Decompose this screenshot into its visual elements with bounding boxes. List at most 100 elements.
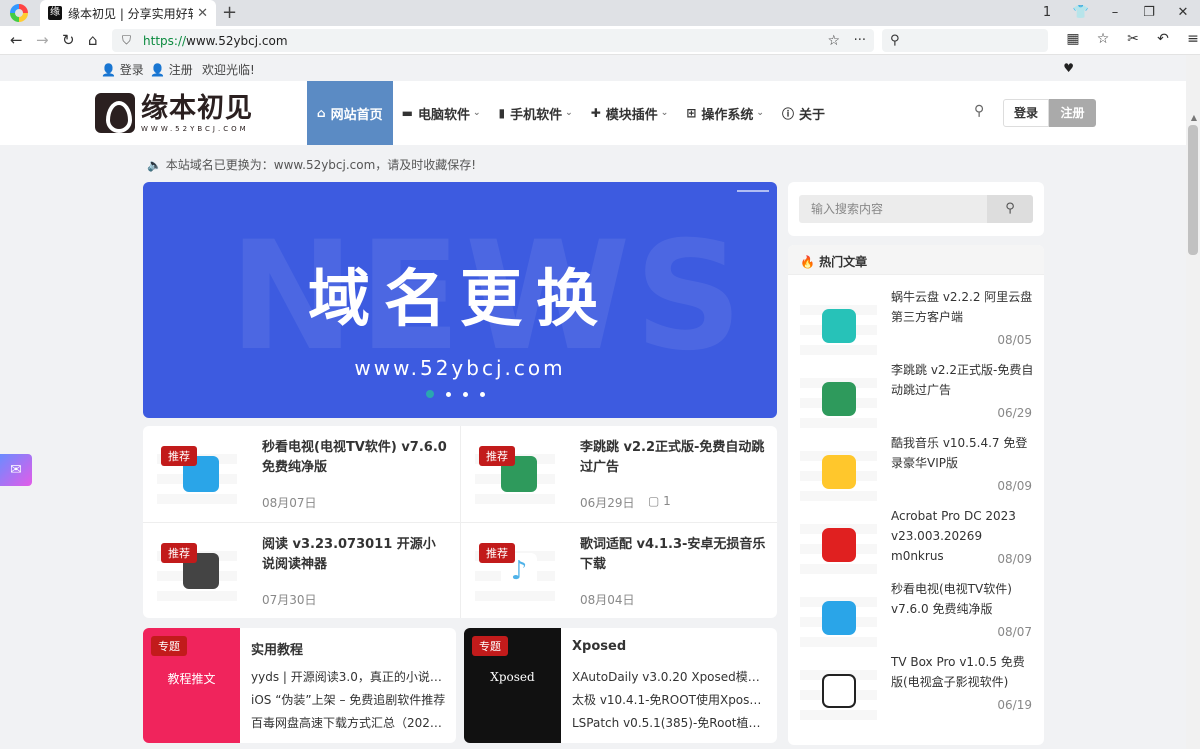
recommend-badge: 推荐 [161, 446, 197, 466]
bookmark-star-icon[interactable]: ☆ [827, 33, 840, 49]
browser-search-box[interactable]: ⚲ [882, 29, 1048, 52]
comment-icon: ▢ [648, 494, 660, 508]
browser-tab[interactable]: 缘 缘本初见 | 分享实用好软件! ✕ [40, 0, 216, 26]
hot-thumbnail[interactable] [800, 370, 877, 428]
new-tab-button[interactable]: + [222, 3, 237, 23]
post-thumbnail[interactable]: ♪ 推荐 [475, 541, 555, 601]
post-card[interactable]: 推荐 李跳跳 v2.2正式版-免费自动跳过广告 06月29日 ▢ 1 [460, 426, 777, 522]
hot-article-item[interactable]: TV Box Pro v1.0.5 免费版(电视盒子影视软件) 06/19 [788, 650, 1044, 723]
home-icon[interactable]: ⌂ [88, 31, 98, 49]
post-title[interactable]: 歌词适配 v4.1.3-安卓无损音乐下载 [580, 535, 766, 575]
post-card[interactable]: ♪ 推荐 歌词适配 v4.1.3-安卓无损音乐下载 08月04日 [460, 522, 777, 618]
restore-button[interactable]: ❐ [1132, 0, 1166, 26]
skin-icon[interactable]: 👕 [1064, 0, 1098, 26]
topic-link[interactable]: iOS “伪装”上架 – 免费追剧软件推荐 [251, 691, 447, 708]
sidebar-search-input[interactable]: 输入搜索内容 [799, 195, 987, 223]
tab-close-icon[interactable]: ✕ [197, 6, 208, 21]
nav-modules[interactable]: ✚ 模块插件 ⌄ [582, 81, 678, 145]
register-button[interactable]: 注册 [1049, 99, 1096, 127]
hero-banner[interactable]: NEWS 域名更换 www.52ybcj.com [143, 182, 777, 418]
post-card[interactable]: 推荐 阅读 v3.23.073011 开源小说阅读神器 07月30日 [143, 522, 460, 618]
hot-title[interactable]: 李跳跳 v2.2正式版-免费自动跳过广告 [891, 360, 1035, 400]
menu-icon[interactable]: ≡ [1178, 31, 1200, 47]
undo-icon[interactable]: ↶ [1148, 31, 1178, 47]
hot-article-item[interactable]: 蜗牛云盘 v2.2.2 阿里云盘第三方客户端 08/05 [788, 285, 1044, 358]
forward-icon[interactable]: → [36, 31, 49, 49]
tab-count-icon[interactable]: 1 [1030, 0, 1064, 26]
scrollbar-thumb[interactable] [1188, 125, 1198, 255]
header-search-icon[interactable]: ⚲ [974, 103, 984, 119]
nav-mobile-software[interactable]: ▮ 手机软件 ⌄ [490, 81, 582, 145]
topbar-register-link[interactable]: 👤 注册 [150, 61, 193, 78]
post-thumbnail[interactable]: 推荐 [157, 444, 237, 504]
hot-title[interactable]: 秒看电视(电视TV软件) v7.6.0 免费纯净版 [891, 579, 1035, 619]
reload-icon[interactable]: ↻ [62, 31, 75, 49]
logo-mark-icon [95, 93, 135, 133]
hot-title[interactable]: TV Box Pro v1.0.5 免费版(电视盒子影视软件) [891, 652, 1035, 692]
app-icon [822, 382, 856, 416]
mail-float-button[interactable]: ✉ [0, 454, 32, 486]
apps-grid-icon[interactable]: ▦ [1058, 31, 1088, 47]
sidebar-search-button[interactable]: ⚲ [987, 195, 1033, 223]
chevron-down-icon: ⌄ [565, 108, 573, 118]
topic-link[interactable]: LSPatch v0.5.1(385)-免Root植入Xposed模块 [572, 714, 768, 731]
post-card[interactable]: 推荐 秒看电视(电视TV软件) v7.6.0 免费纯净版 08月07日 [143, 426, 460, 522]
scroll-up-icon[interactable]: ▲ [1191, 113, 1197, 122]
hot-article-item[interactable]: 李跳跳 v2.2正式版-免费自动跳过广告 06/29 [788, 358, 1044, 431]
topic-badge: 专题 [472, 636, 508, 656]
minimize-button[interactable]: – [1098, 0, 1132, 26]
login-button[interactable]: 登录 [1003, 99, 1049, 127]
nav-os[interactable]: ⊞ 操作系统 ⌄ [677, 81, 773, 145]
heart-icon[interactable]: ♥ [1063, 61, 1074, 75]
site-header: 缘本初见 WWW.52YBCJ.COM ⌂ 网站首页 ▬ 电脑软件 ⌄ ▮ 手机软件 ⌄ … [0, 81, 1186, 145]
shield-icon[interactable]: ⛉ [122, 33, 131, 48]
topic-name[interactable]: Xposed [572, 639, 626, 654]
hot-title[interactable]: 酷我音乐 v10.5.4.7 免登录豪华VIP版 [891, 433, 1035, 473]
topic-link[interactable]: 百毒网盘高速下载方式汇总（2023最新） [251, 714, 447, 731]
scrollbar[interactable]: ▲ [1186, 55, 1200, 749]
post-thumbnail[interactable]: 推荐 [475, 444, 555, 504]
mail-icon: ✉ [10, 462, 22, 478]
nav-home[interactable]: ⌂ 网站首页 [307, 81, 393, 145]
post-title[interactable]: 李跳跳 v2.2正式版-免费自动跳过广告 [580, 438, 766, 478]
topbar-login-link[interactable]: 👤 登录 [101, 61, 144, 78]
hot-thumbnail[interactable] [800, 443, 877, 501]
topic-cover[interactable]: 专题 Xposed [464, 628, 561, 743]
scissors-icon[interactable]: ✂ [1118, 31, 1148, 47]
site-logo[interactable]: 缘本初见 WWW.52YBCJ.COM [95, 93, 253, 133]
nav-pc-software[interactable]: ▬ 电脑软件 ⌄ [393, 81, 490, 145]
topic-cover[interactable]: 专题 教程推文 [143, 628, 240, 743]
browser-logo-icon[interactable] [10, 4, 28, 22]
hot-date: 06/29 [997, 406, 1032, 420]
topic-link[interactable]: yyds | 开源阅读3.0，真正的小说阅读神器 [251, 668, 447, 685]
topic-card[interactable]: 专题 Xposed Xposed XAutoDaily v3.0.20 Xpos… [464, 628, 777, 743]
hot-thumbnail[interactable] [800, 297, 877, 355]
hot-thumbnail[interactable] [800, 662, 877, 720]
favorites-icon[interactable]: ☆ [1088, 31, 1118, 47]
post-title[interactable]: 秒看电视(电视TV软件) v7.6.0 免费纯净版 [262, 438, 448, 478]
hot-article-item[interactable]: Acrobat Pro DC 2023 v23.003.20269 m0nkru… [788, 504, 1044, 577]
hot-thumbnail[interactable] [800, 589, 877, 647]
back-icon[interactable]: ← [10, 31, 23, 49]
more-icon[interactable]: ··· [854, 33, 866, 48]
hot-title[interactable]: 蜗牛云盘 v2.2.2 阿里云盘第三方客户端 [891, 287, 1035, 327]
carousel-dot[interactable] [480, 391, 485, 397]
nav-about[interactable]: ⓘ 关于 [773, 81, 834, 145]
hot-article-item[interactable]: 酷我音乐 v10.5.4.7 免登录豪华VIP版 08/09 [788, 431, 1044, 504]
hot-article-item[interactable]: 秒看电视(电视TV软件) v7.6.0 免费纯净版 08/07 [788, 577, 1044, 650]
post-title[interactable]: 阅读 v3.23.073011 开源小说阅读神器 [262, 535, 448, 575]
carousel-dots [426, 390, 485, 398]
carousel-dot[interactable] [426, 390, 434, 398]
close-window-button[interactable]: ✕ [1166, 0, 1200, 26]
carousel-dot[interactable] [463, 391, 468, 397]
hot-thumbnail[interactable] [800, 516, 877, 574]
topic-link[interactable]: XAutoDaily v3.0.20 Xposed模块(QQ自动签到) [572, 668, 768, 685]
url-bar[interactable]: ⛉ https:// www.52ybcj.com ☆ ··· [112, 29, 874, 52]
carousel-dot[interactable] [446, 391, 451, 397]
topic-name[interactable]: 实用教程 [251, 639, 303, 658]
topic-link[interactable]: 太极 v10.4.1-免ROOT使用Xposed框架 [572, 691, 768, 708]
post-date: 08月07日 [262, 496, 317, 510]
hot-articles-header: 🔥 热门文章 [788, 245, 1044, 275]
post-thumbnail[interactable]: 推荐 [157, 541, 237, 601]
topic-card[interactable]: 专题 教程推文 实用教程 yyds | 开源阅读3.0，真正的小说阅读神器 iO… [143, 628, 456, 743]
